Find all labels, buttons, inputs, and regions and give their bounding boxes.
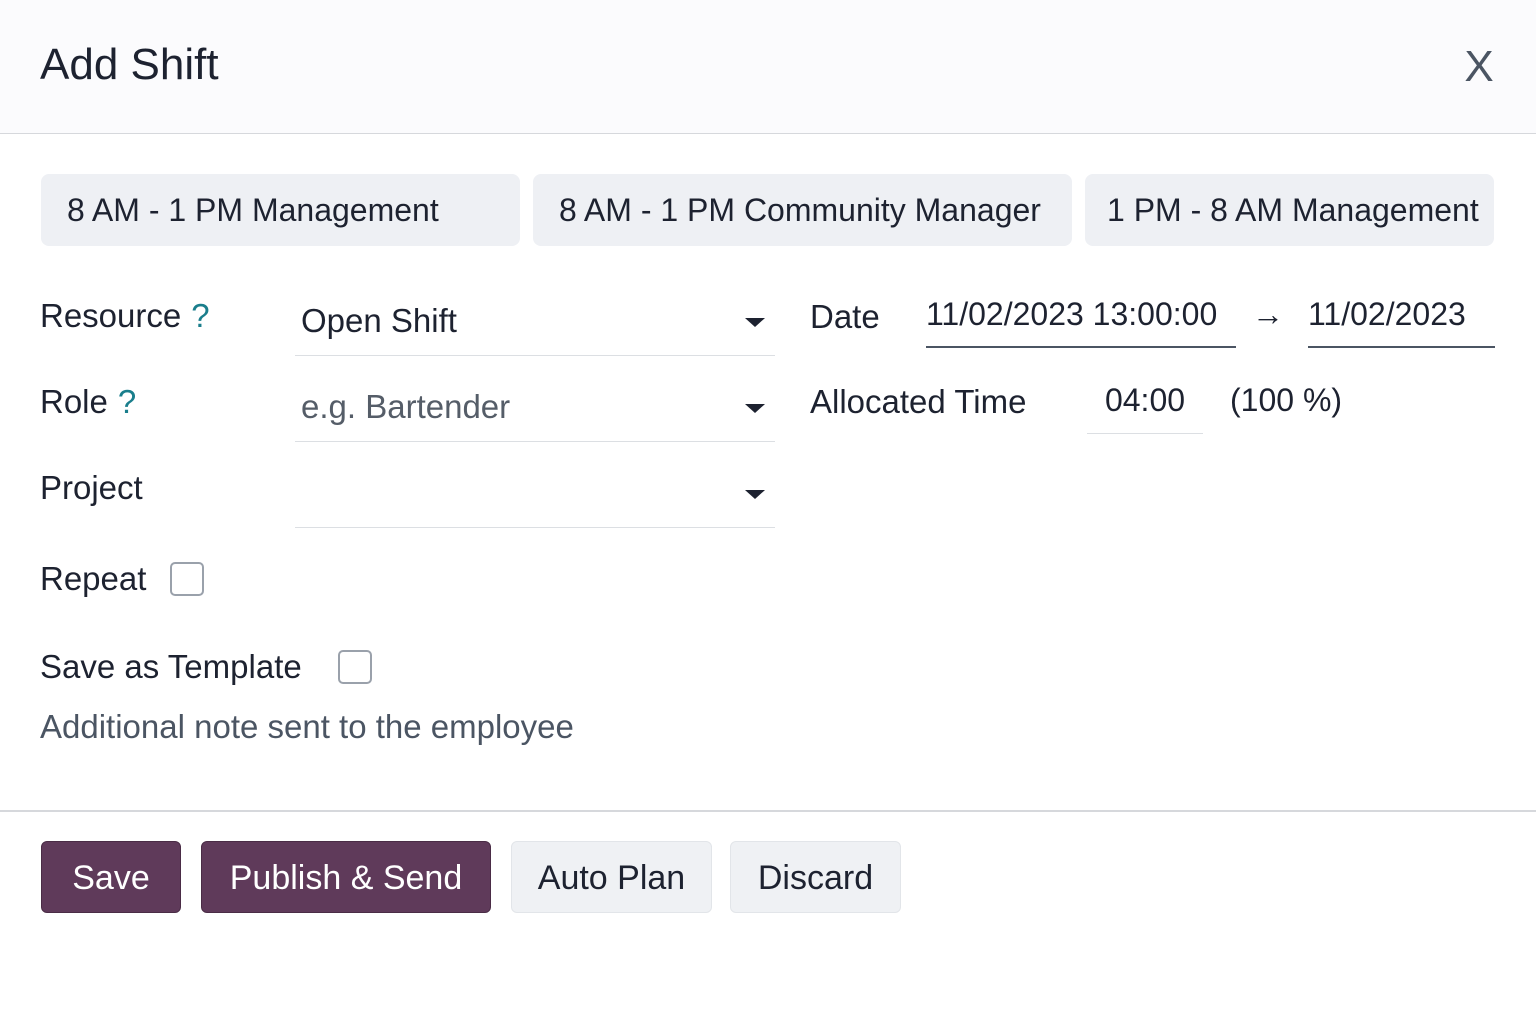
template-button-management-morning[interactable]: 8 AM - 1 PM Management xyxy=(41,174,520,246)
allocated-percentage: (100 %) xyxy=(1230,382,1343,418)
repeat-label: Repeat xyxy=(40,560,147,597)
publish-send-button[interactable]: Publish & Send xyxy=(201,841,491,913)
chevron-down-icon[interactable] xyxy=(745,318,765,327)
start-date-input[interactable]: 11/02/2023 13:00:00 xyxy=(926,296,1236,348)
save-as-template-label: Save as Template xyxy=(40,648,302,685)
project-select[interactable] xyxy=(295,456,775,528)
date-label: Date xyxy=(810,298,880,335)
repeat-checkbox[interactable] xyxy=(170,562,204,596)
save-button[interactable]: Save xyxy=(41,841,181,913)
template-button-management-afternoon[interactable]: 1 PM - 8 AM Management xyxy=(1085,174,1494,246)
footer-divider xyxy=(0,810,1536,812)
dialog-title: Add Shift xyxy=(40,40,219,89)
role-help-icon[interactable]: ? xyxy=(118,383,136,420)
dialog-header: Add Shift X xyxy=(0,0,1536,134)
employee-note-input[interactable]: Additional note sent to the employee xyxy=(40,708,574,746)
close-icon[interactable]: X xyxy=(1458,42,1500,92)
chevron-down-icon[interactable] xyxy=(745,404,765,413)
resource-help-icon[interactable]: ? xyxy=(191,297,209,334)
date-range-arrow-icon: → xyxy=(1252,296,1284,332)
template-button-community-manager[interactable]: 8 AM - 1 PM Community Manager xyxy=(533,174,1072,246)
chevron-down-icon[interactable] xyxy=(745,490,765,499)
resource-select[interactable]: Open Shift xyxy=(295,284,775,356)
role-label: Role? xyxy=(40,383,136,421)
allocated-time-label: Allocated Time xyxy=(810,383,1027,420)
role-placeholder: e.g. Bartender xyxy=(301,388,511,425)
role-select[interactable]: e.g. Bartender xyxy=(295,370,775,442)
resource-label: Resource? xyxy=(40,297,210,335)
discard-button[interactable]: Discard xyxy=(730,841,901,913)
resource-value: Open Shift xyxy=(301,302,457,339)
end-date-input[interactable]: 11/02/2023 xyxy=(1308,296,1495,348)
role-label-text: Role xyxy=(40,383,108,420)
save-as-template-checkbox[interactable] xyxy=(338,650,372,684)
project-label: Project xyxy=(40,469,143,506)
resource-label-text: Resource xyxy=(40,297,182,334)
auto-plan-button[interactable]: Auto Plan xyxy=(511,841,712,913)
allocated-time-input[interactable]: 04:00 xyxy=(1087,382,1203,434)
